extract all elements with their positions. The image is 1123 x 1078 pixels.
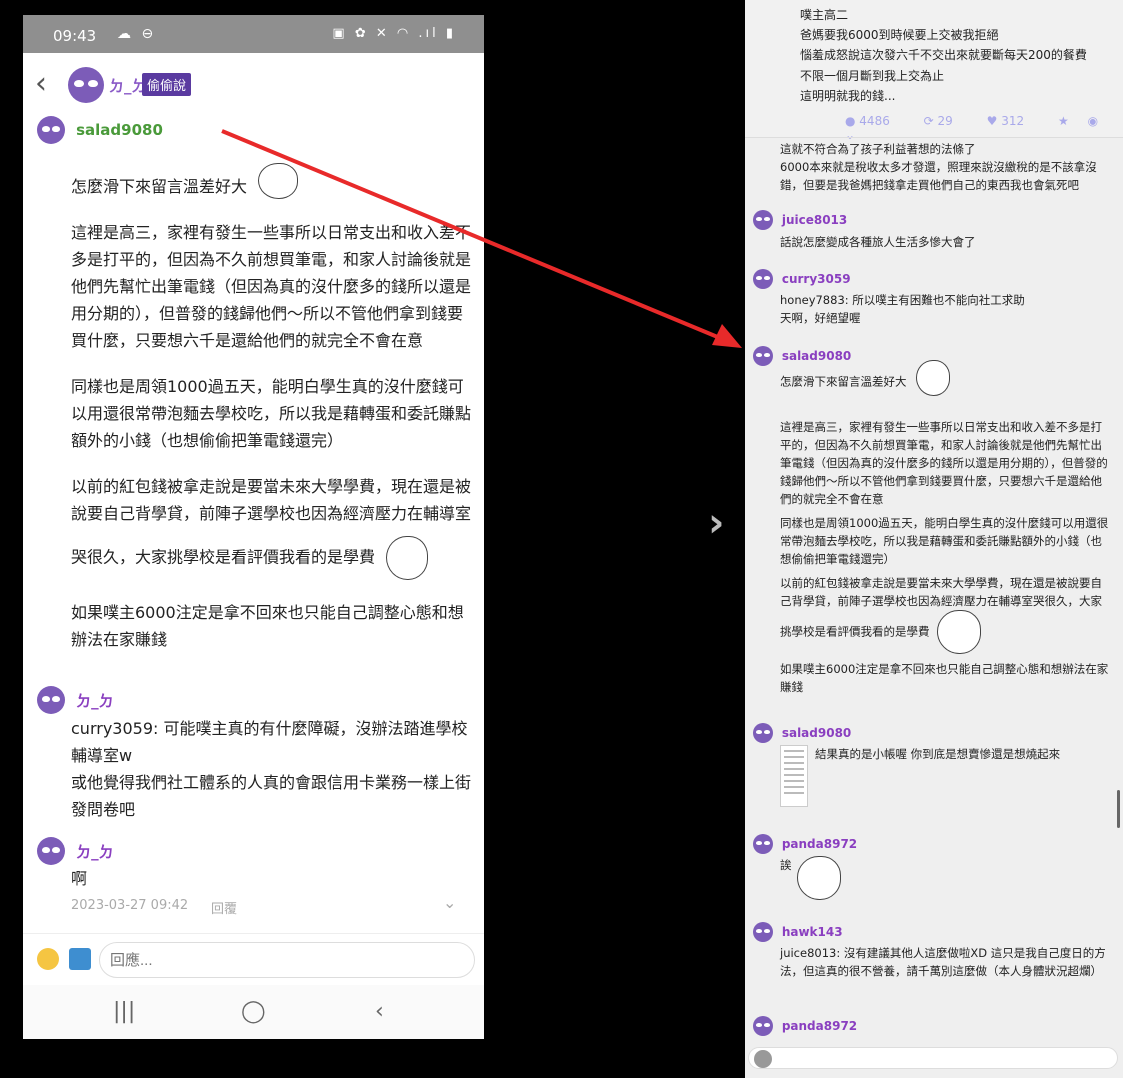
comment-author[interactable]: salad9080 bbox=[782, 726, 851, 740]
post-line: 這明明就我的錢... bbox=[800, 88, 896, 103]
comment-text: 這裡是高三，家裡有發生一些事所以日常支出和收入差不多是打平的，但因為不久前想買筆… bbox=[780, 420, 1108, 506]
comment-author[interactable]: juice8013 bbox=[782, 213, 847, 227]
divider bbox=[745, 137, 1123, 138]
comment-header: salad9080 bbox=[753, 346, 851, 366]
comment-text: 這就不符合為了孩子利益著想的法條了 bbox=[780, 142, 976, 156]
comment-header: salad9080 bbox=[753, 723, 851, 743]
post-line: 惱羞成怒說這次發六千不交出來就要斷每天200的餐費 bbox=[800, 48, 1087, 63]
mask-avatar-icon bbox=[753, 269, 773, 289]
comment-author[interactable]: salad9080 bbox=[782, 349, 851, 363]
reply-input[interactable] bbox=[748, 1047, 1118, 1069]
mask-avatar-icon bbox=[753, 922, 773, 942]
comment-count: 4486 bbox=[859, 114, 890, 128]
comment-body: 這就不符合為了孩子利益著想的法條了 6000本來就是稅收太多才發還，照理來說沒繳… bbox=[780, 140, 1112, 200]
comment-body: honey7883: 所以噗主有困難也不能向社工求助 天啊，好絕望喔 bbox=[780, 291, 1112, 333]
comment-text: 同樣也是周領1000過五天，能明白學生真的沒什麼錢可以用還很常帶泡麵去學校吃，所… bbox=[780, 516, 1109, 566]
mask-avatar-icon bbox=[753, 723, 773, 743]
mask-avatar-icon bbox=[753, 1016, 773, 1036]
comment-author[interactable]: hawk143 bbox=[782, 925, 843, 939]
doodle-sticker-icon bbox=[916, 360, 951, 396]
comment-header: panda8972 bbox=[753, 834, 857, 854]
comment-header: juice8013 bbox=[753, 210, 847, 230]
scrollbar[interactable] bbox=[1117, 790, 1120, 828]
mask-avatar-icon bbox=[753, 210, 773, 230]
comment-body: 話說怎麼變成各種旅人生活多慘大會了 bbox=[780, 233, 1112, 257]
star-icon[interactable]: ★ bbox=[1058, 114, 1069, 128]
comment-author[interactable]: curry3059 bbox=[782, 272, 851, 286]
comment-text: 天啊，好絕望喔 bbox=[780, 311, 861, 325]
mute-icon[interactable]: ◉ bbox=[1088, 114, 1098, 128]
comment-body: 怎麼滑下來留言溫差好大 這裡是高三，家裡有發生一些事所以日常支出和收入差不多是打… bbox=[780, 360, 1112, 702]
screenshot-stage: 09:43 ☁ ⊖ ▣ ✿ ✕ ◠ .ıl ▮ ‹ ㄉ_ㄉ 偷偷說 salad9… bbox=[0, 0, 1123, 1078]
plurk-thread-panel: 噗主高二 爸媽要我6000到時候要上交被我拒絕 惱羞成怒說這次發六千不交出來就要… bbox=[745, 0, 1123, 1078]
like-count: 312 bbox=[1001, 114, 1025, 128]
comment-text: 6000本來就是稅收太多才發還，照理來說沒繳稅的是不該拿沒錯，但要是我爸媽把錢拿… bbox=[780, 160, 1097, 192]
chevron-right-icon: › bbox=[708, 500, 725, 546]
doodle-sticker-icon bbox=[797, 856, 841, 900]
post-line: 不限一個月斷到我上交為止 bbox=[800, 68, 945, 83]
heart-icon[interactable]: ♥ 312 bbox=[987, 114, 1039, 128]
original-post-text: 噗主高二 爸媽要我6000到時候要上交被我拒絕 惱羞成怒說這次發六千不交出來就要… bbox=[800, 5, 1087, 106]
comment-author[interactable]: panda8972 bbox=[782, 1019, 857, 1033]
comment-text: juice8013: 沒有建議其他人這麼做啦XD 這只是我自己度日的方法，但這真… bbox=[780, 946, 1106, 978]
comment-body: 結果真的是小帳喔 你到底是想賣慘還是想燒起來 bbox=[815, 745, 1115, 769]
post-line: 爸媽要我6000到時候要上交被我拒絕 bbox=[800, 28, 999, 43]
original-post: 噗主高二 爸媽要我6000到時候要上交被我拒絕 惱羞成怒說這次發六千不交出來就要… bbox=[745, 0, 1123, 142]
comment-text: 如果噗主6000注定是拿不回來也只能自己調整心態和想辦法在家賺錢 bbox=[780, 662, 1109, 694]
emoji-icon[interactable] bbox=[754, 1050, 772, 1068]
replurk-count: 29 bbox=[937, 114, 953, 128]
mask-avatar-icon bbox=[753, 346, 773, 366]
comment-header: curry3059 bbox=[753, 269, 851, 289]
screenshot-thumbnail[interactable] bbox=[780, 745, 808, 807]
comment-body: juice8013: 沒有建議其他人這麼做啦XD 這只是我自己度日的方法，但這真… bbox=[780, 944, 1112, 986]
mask-avatar-icon bbox=[753, 834, 773, 854]
comment-text: 誒 bbox=[780, 858, 792, 872]
comment-text: honey7883: 所以噗主有困難也不能向社工求助 bbox=[780, 293, 1025, 307]
comment-text: 怎麼滑下來留言溫差好大 bbox=[780, 374, 907, 389]
comment-header: hawk143 bbox=[753, 922, 843, 942]
post-line: 噗主高二 bbox=[800, 8, 849, 22]
comment-header: panda8972 bbox=[753, 1016, 857, 1036]
doodle-sticker-icon bbox=[937, 610, 982, 654]
replurk-icon[interactable]: ⟳ 29 bbox=[924, 114, 968, 128]
comment-text: 話說怎麼變成各種旅人生活多慘大會了 bbox=[780, 235, 976, 249]
comment-icon[interactable]: ● 4486 bbox=[845, 114, 905, 128]
comment-author[interactable]: panda8972 bbox=[782, 837, 857, 851]
comment-text: 結果真的是小帳喔 你到底是想賣慘還是想燒起來 bbox=[815, 747, 1061, 761]
